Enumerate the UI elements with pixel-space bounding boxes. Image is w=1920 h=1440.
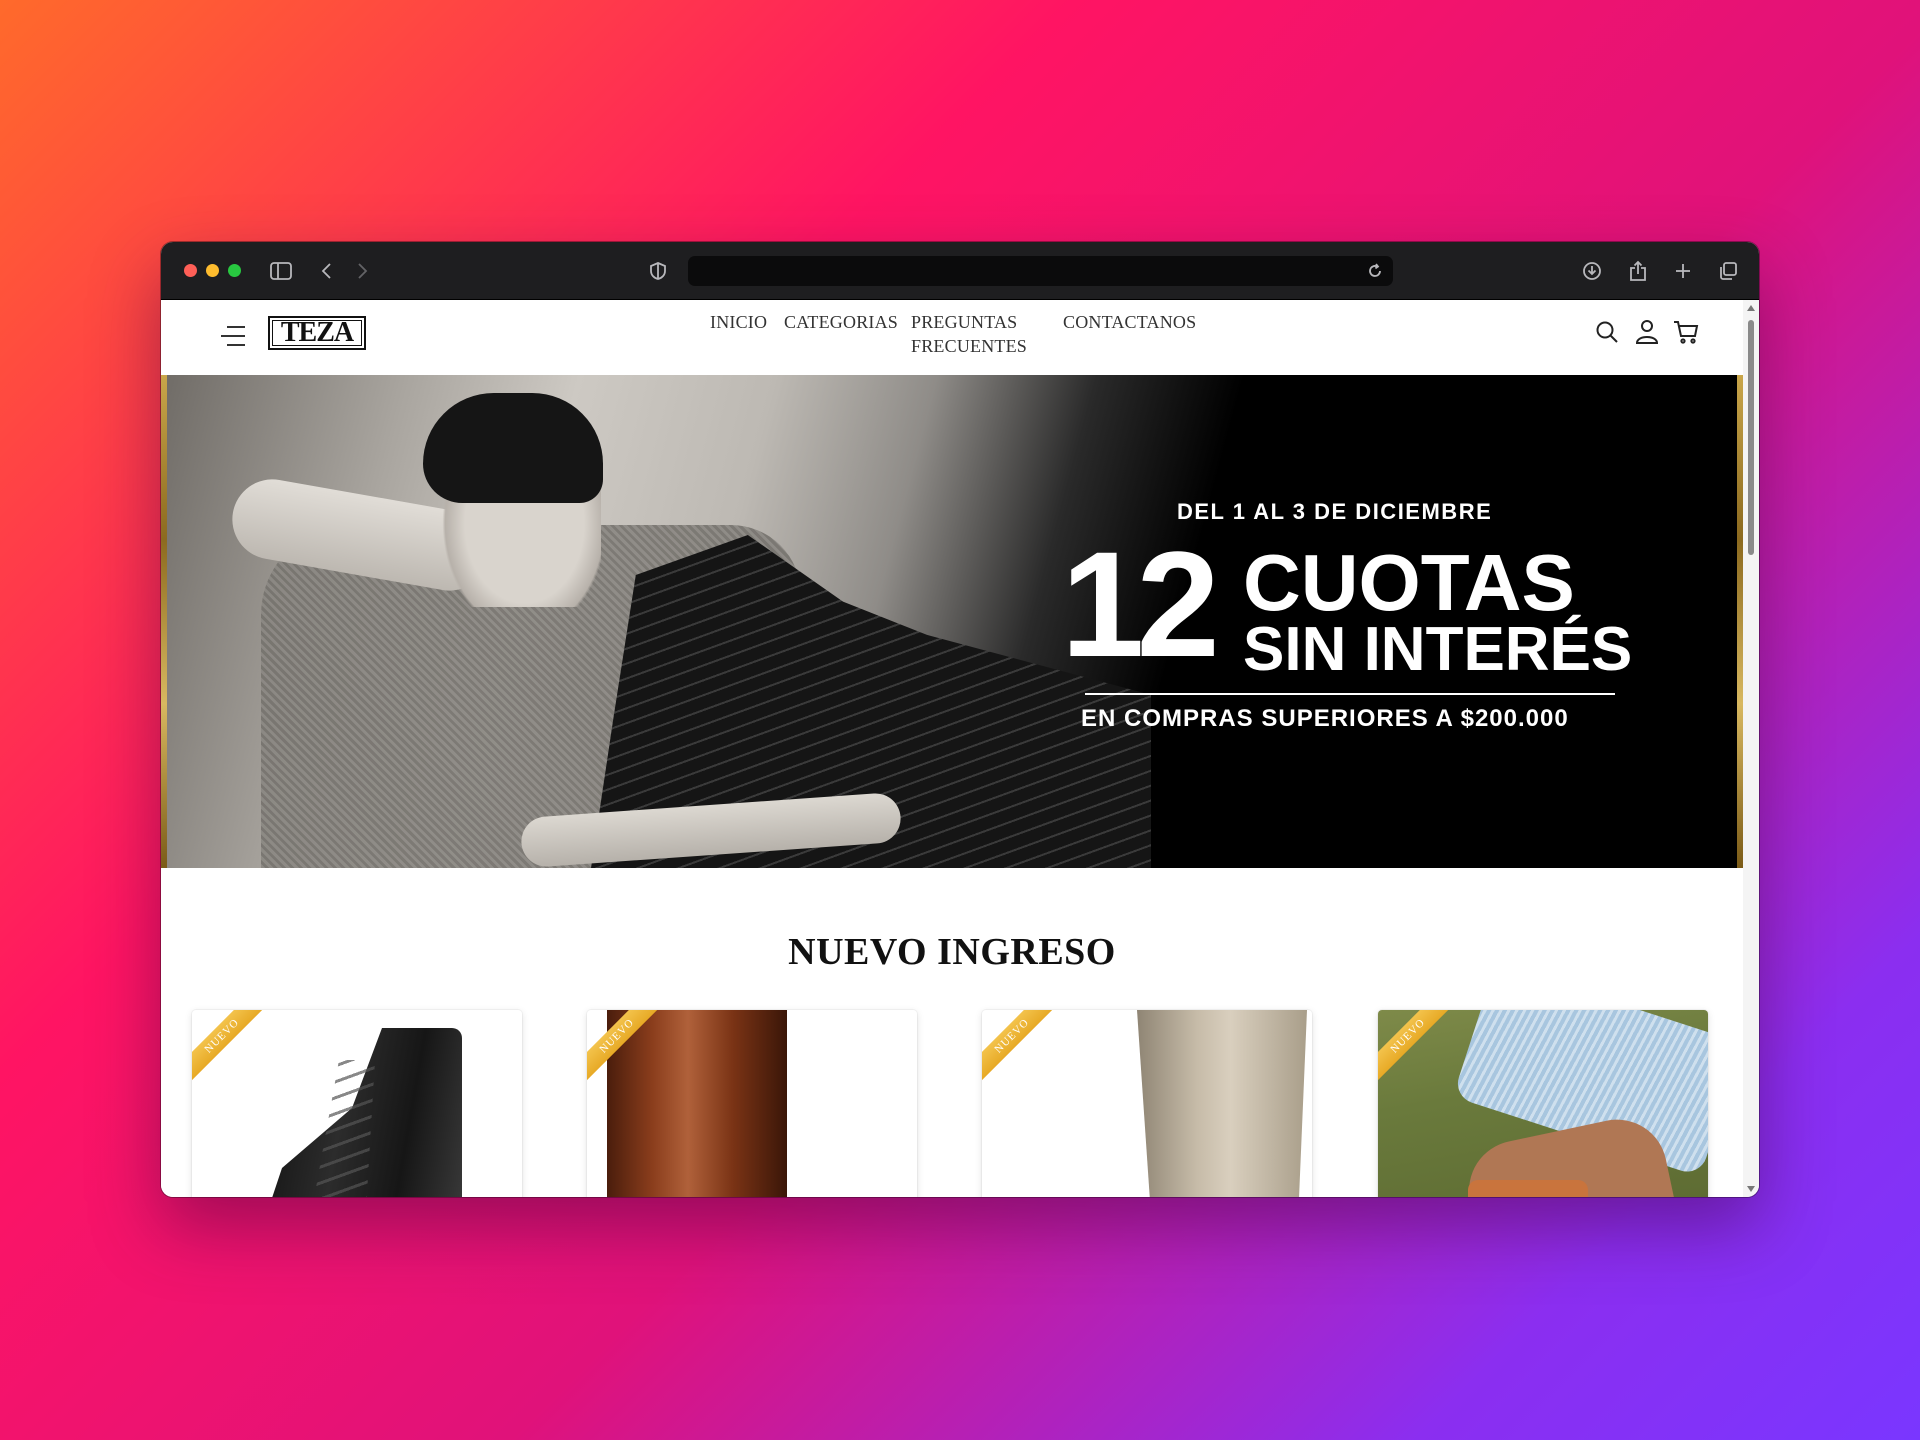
product-card[interactable]: NUEVO bbox=[982, 1010, 1312, 1197]
page-scrollbar[interactable] bbox=[1743, 300, 1759, 1197]
new-tab-icon[interactable] bbox=[1670, 258, 1696, 284]
site-logo[interactable]: TEZA bbox=[268, 316, 366, 350]
nav-inicio[interactable]: INICIO bbox=[710, 310, 767, 334]
hero-model-hair bbox=[423, 393, 603, 503]
new-badge: NUEVO bbox=[1378, 1010, 1458, 1090]
new-badge-label: NUEVO bbox=[982, 1010, 1062, 1086]
forward-icon[interactable] bbox=[349, 258, 375, 284]
nav-contactanos[interactable]: CONTACTANOS bbox=[1063, 310, 1196, 334]
nav-categorias[interactable]: CATEGORIAS bbox=[784, 310, 898, 334]
hero-banner[interactable]: DEL 1 AL 3 DE DICIEMBRE 12 CUOTAS SIN IN… bbox=[161, 375, 1743, 868]
nav-preguntas-line2: FRECUENTES bbox=[911, 336, 1028, 356]
tabs-overview-icon[interactable] bbox=[1715, 258, 1741, 284]
new-badge-label: NUEVO bbox=[1378, 1010, 1458, 1086]
product-card[interactable]: NUEVO bbox=[192, 1010, 522, 1197]
section-title: NUEVO INGRESO bbox=[788, 930, 1116, 973]
menu-icon[interactable] bbox=[219, 320, 245, 350]
browser-window: TEZA INICIO CATEGORIAS PREGUNTAS FRECUEN… bbox=[161, 242, 1759, 1197]
new-badge: NUEVO bbox=[982, 1010, 1062, 1090]
scroll-thumb[interactable] bbox=[1748, 320, 1754, 555]
close-window-button[interactable] bbox=[184, 264, 197, 277]
share-icon[interactable] bbox=[1625, 258, 1651, 284]
promo-footer: EN COMPRAS SUPERIORES A $200.000 bbox=[1081, 705, 1569, 732]
nav-preguntas-frecuentes[interactable]: PREGUNTAS FRECUENTES bbox=[911, 310, 1027, 358]
product-image-sandal bbox=[1468, 1180, 1588, 1197]
download-icon[interactable] bbox=[1579, 258, 1605, 284]
new-badge-label: NUEVO bbox=[192, 1010, 272, 1086]
site-header: TEZA INICIO CATEGORIAS PREGUNTAS FRECUEN… bbox=[161, 300, 1743, 376]
scroll-down-arrow[interactable] bbox=[1747, 1186, 1755, 1192]
promo-line1: CUOTAS bbox=[1243, 538, 1575, 627]
hero-gold-edge-left bbox=[161, 375, 167, 868]
new-badge: NUEVO bbox=[587, 1010, 667, 1090]
user-icon[interactable] bbox=[1631, 316, 1663, 348]
promo-divider bbox=[1085, 693, 1615, 695]
scroll-up-arrow[interactable] bbox=[1747, 305, 1755, 311]
product-image bbox=[1137, 1010, 1307, 1197]
new-badge: NUEVO bbox=[192, 1010, 272, 1090]
search-icon[interactable] bbox=[1591, 316, 1623, 348]
reload-icon[interactable] bbox=[1362, 258, 1388, 284]
promo-number: 12 bbox=[1061, 520, 1220, 688]
zoom-window-button[interactable] bbox=[228, 264, 241, 277]
promo-date: DEL 1 AL 3 DE DICIEMBRE bbox=[1177, 499, 1493, 524]
shield-icon[interactable] bbox=[645, 258, 671, 284]
new-badge-label: NUEVO bbox=[587, 1010, 667, 1086]
page-viewport: TEZA INICIO CATEGORIAS PREGUNTAS FRECUEN… bbox=[161, 300, 1743, 1197]
cart-icon[interactable] bbox=[1670, 316, 1702, 348]
product-card[interactable]: NUEVO bbox=[587, 1010, 917, 1197]
promo-line2: SIN INTERÉS bbox=[1243, 615, 1633, 684]
minimize-window-button[interactable] bbox=[206, 264, 219, 277]
product-card[interactable]: NUEVO bbox=[1378, 1010, 1708, 1197]
back-icon[interactable] bbox=[314, 258, 340, 284]
sidebar-icon[interactable] bbox=[268, 258, 294, 284]
address-bar[interactable] bbox=[688, 256, 1393, 286]
nav-preguntas-line1: PREGUNTAS bbox=[911, 312, 1018, 332]
browser-titlebar bbox=[161, 242, 1759, 300]
